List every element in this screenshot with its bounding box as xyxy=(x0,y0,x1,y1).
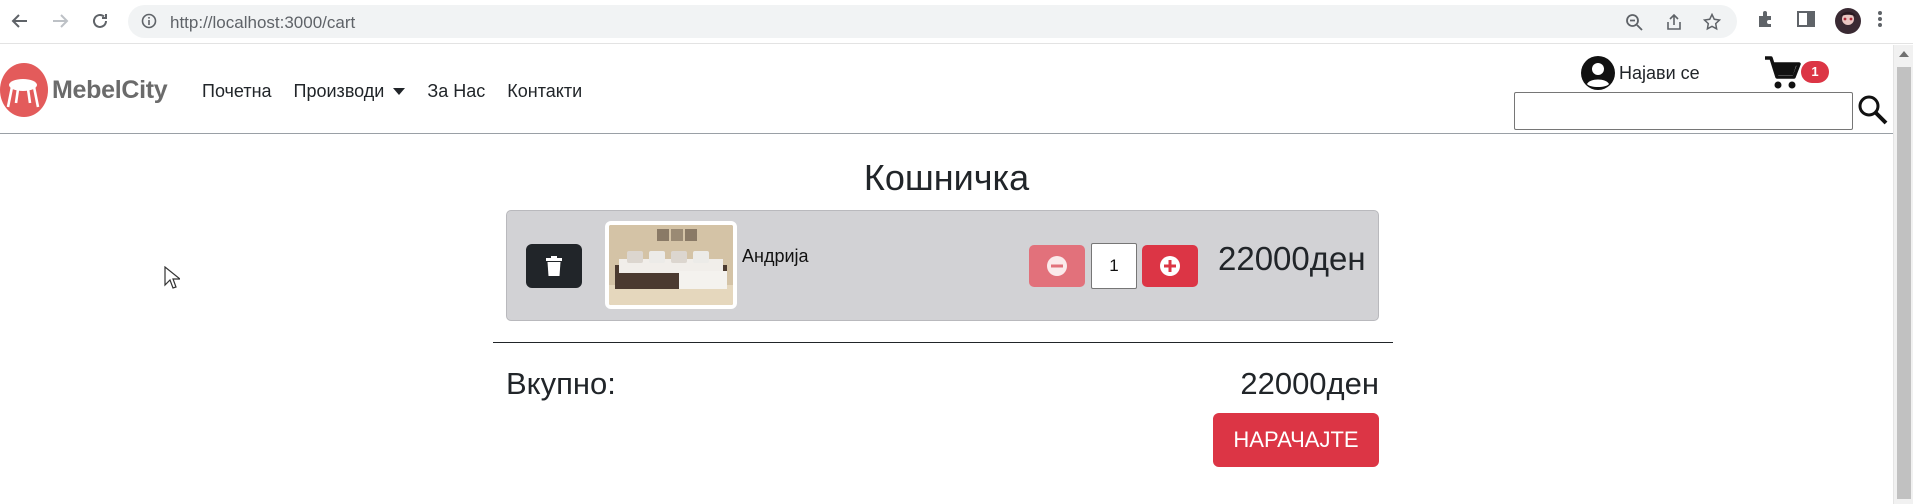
decrease-quantity-button[interactable] xyxy=(1029,245,1085,287)
profile-avatar[interactable] xyxy=(1834,7,1862,40)
extensions-icon[interactable] xyxy=(1755,9,1775,34)
sidepanel-icon[interactable] xyxy=(1796,9,1816,34)
total-label: Вкупно: xyxy=(506,366,616,401)
nav-link-products-label: Производи xyxy=(293,81,385,101)
cart-icon[interactable] xyxy=(1763,55,1801,96)
reload-icon[interactable] xyxy=(88,9,112,33)
brand-logo[interactable]: MebelCity xyxy=(0,63,168,117)
star-icon[interactable] xyxy=(1702,12,1722,36)
nav-link-about[interactable]: За Нас xyxy=(427,81,485,102)
cart-item-row: Андрија 1 22000ден xyxy=(506,210,1379,321)
page: MebelCity Почетна Производи За Нас Конта… xyxy=(0,45,1893,504)
mouse-cursor-icon xyxy=(164,265,182,295)
product-thumbnail xyxy=(605,221,737,309)
login-link[interactable]: Најави се xyxy=(1581,56,1700,90)
increase-quantity-button[interactable] xyxy=(1142,245,1198,287)
chevron-down-icon xyxy=(393,88,406,95)
total-value: 22000ден xyxy=(1240,366,1379,401)
quantity-field[interactable]: 1 xyxy=(1091,243,1137,289)
product-name[interactable]: Андрија xyxy=(742,246,809,267)
site-navbar: MebelCity Почетна Производи За Нас Конта… xyxy=(0,45,1893,134)
cart-count-badge: 1 xyxy=(1801,61,1829,83)
scrollbar-thumb[interactable] xyxy=(1897,67,1911,499)
back-icon[interactable] xyxy=(8,9,32,33)
forward-icon[interactable] xyxy=(48,9,72,33)
menu-icon[interactable] xyxy=(1876,9,1884,34)
user-icon xyxy=(1581,56,1615,90)
search-input[interactable] xyxy=(1514,92,1853,130)
login-label: Најави се xyxy=(1619,62,1700,83)
item-price: 22000ден xyxy=(1218,240,1366,277)
minus-circle-icon xyxy=(1047,256,1067,276)
address-bar[interactable]: http://localhost:3000/cart xyxy=(128,5,1737,38)
delete-item-button[interactable] xyxy=(526,244,582,288)
nav-links: Почетна Производи За Нас Контакти xyxy=(202,81,604,102)
browser-toolbar: http://localhost:3000/cart xyxy=(0,0,1913,44)
plus-circle-icon xyxy=(1160,256,1180,276)
page-scrollbar[interactable] xyxy=(1893,45,1913,504)
brand-name: MebelCity xyxy=(52,75,168,104)
trash-icon xyxy=(546,256,562,276)
order-button[interactable]: НАРАЧАЈТЕ xyxy=(1213,413,1379,467)
chair-logo-icon xyxy=(0,63,48,117)
page-title: Кошничка xyxy=(863,157,1030,198)
url-text[interactable]: http://localhost:3000/cart xyxy=(170,13,355,33)
zoom-icon[interactable] xyxy=(1625,13,1643,36)
divider xyxy=(493,342,1393,343)
nav-link-products[interactable]: Производи xyxy=(294,81,406,102)
search-icon[interactable] xyxy=(1857,94,1889,131)
nav-link-home[interactable]: Почетна xyxy=(202,81,272,102)
share-icon[interactable] xyxy=(1665,13,1683,36)
scroll-up-icon[interactable] xyxy=(1899,51,1909,57)
info-icon[interactable] xyxy=(141,13,157,34)
nav-link-contacts[interactable]: Контакти xyxy=(507,81,582,102)
